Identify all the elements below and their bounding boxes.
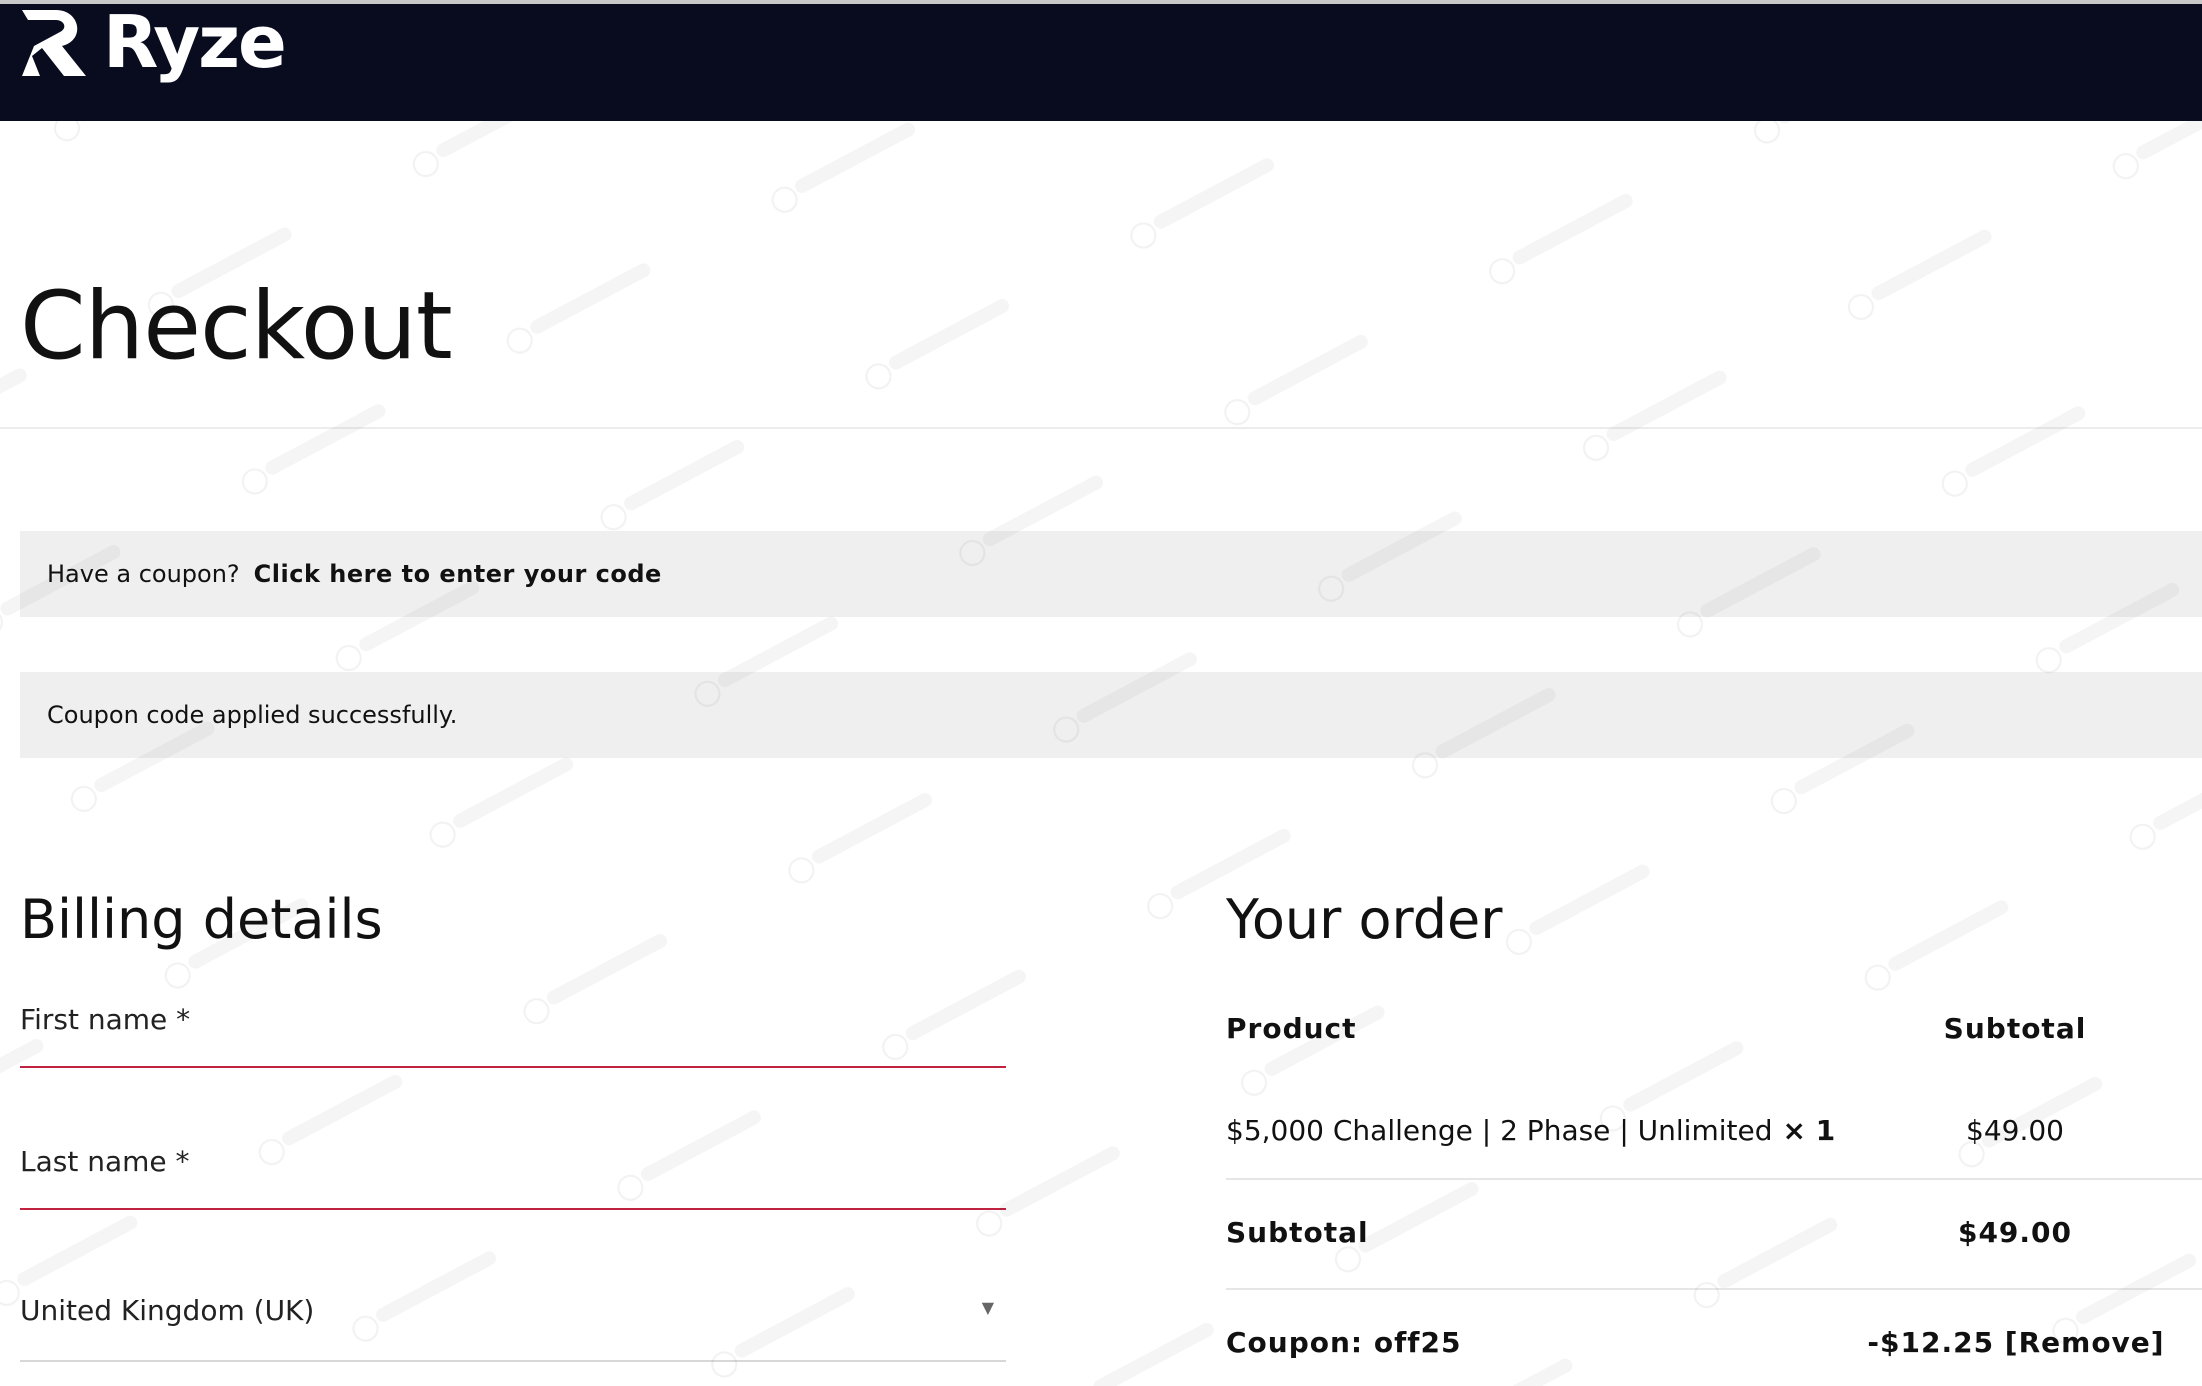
- your-order-title: Your order: [1226, 888, 1503, 951]
- order-item-qty: × 1: [1782, 1114, 1836, 1147]
- first-name-field[interactable]: First name *: [20, 1003, 1006, 1068]
- last-name-field[interactable]: Last name *: [20, 1145, 1006, 1210]
- coupon-notice: Have a coupon? Click here to enter your …: [20, 531, 2202, 617]
- coupon-prompt: Have a coupon?: [47, 560, 240, 588]
- remove-coupon-link[interactable]: [Remove]: [2005, 1326, 2165, 1359]
- coupon-applied-message: Coupon code applied successfully.: [47, 701, 458, 729]
- col-product-header: Product: [1226, 1012, 1357, 1045]
- subtotal-value: $49.00: [1957, 1216, 2073, 1249]
- page-title: Checkout: [20, 272, 453, 381]
- order-item-price: $49.00: [1966, 1114, 2064, 1147]
- title-divider: [0, 427, 2202, 429]
- col-subtotal-header: Subtotal: [1943, 1012, 2087, 1045]
- country-value: United Kingdom (UK): [20, 1294, 315, 1327]
- order-separator: [1226, 1178, 2202, 1180]
- site-header: Ryze: [0, 4, 2202, 121]
- order-item-name: $5,000 Challenge | 2 Phase | Unlimited: [1226, 1114, 1773, 1147]
- coupon-discount-cell: -$12.25 [Remove]: [1846, 1326, 2186, 1359]
- brand-name[interactable]: Ryze: [103, 4, 287, 80]
- last-name-label: Last name *: [20, 1145, 190, 1178]
- order-separator: [1226, 1288, 2202, 1290]
- coupon-discount-value: -$12.25: [1867, 1326, 1995, 1359]
- order-item-cell: $5,000 Challenge | 2 Phase | Unlimited × …: [1226, 1114, 1835, 1147]
- enter-coupon-link[interactable]: Click here to enter your code: [254, 560, 662, 588]
- billing-details-title: Billing details: [20, 888, 383, 951]
- country-select[interactable]: United Kingdom (UK) ▼: [20, 1290, 1006, 1362]
- subtotal-label: Subtotal: [1226, 1216, 1369, 1249]
- first-name-underline: [20, 1066, 1006, 1068]
- dropdown-arrow-icon[interactable]: ▼: [982, 1298, 994, 1317]
- ryze-logo-icon[interactable]: [20, 6, 90, 78]
- coupon-label: Coupon: off25: [1226, 1326, 1462, 1359]
- first-name-label: First name *: [20, 1003, 191, 1036]
- last-name-underline: [20, 1208, 1006, 1210]
- coupon-applied-notice: Coupon code applied successfully.: [20, 672, 2202, 758]
